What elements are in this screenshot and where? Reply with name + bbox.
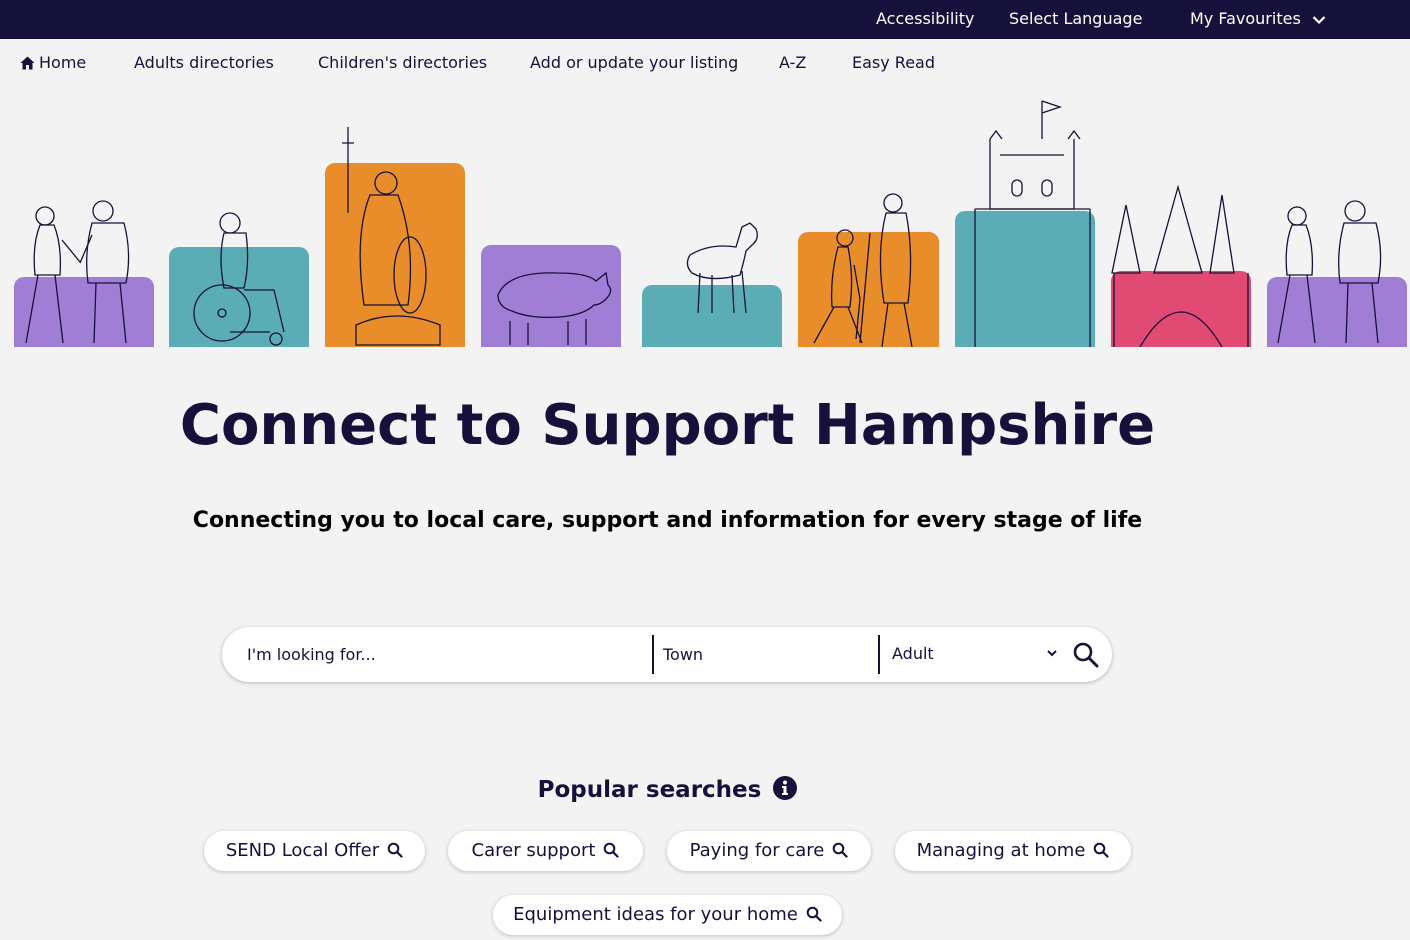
popular-chip-managing-at-home[interactable]: Managing at home: [895, 831, 1131, 871]
chip-label: Paying for care: [689, 840, 825, 861]
home-icon: [20, 56, 35, 70]
nav-add-listing[interactable]: Add or update your listing: [530, 53, 738, 72]
chevron-down-icon: [1047, 650, 1057, 657]
popular-searches-label: Popular searches: [537, 777, 762, 803]
search-icon: [604, 842, 620, 858]
page-title: Connect to Support Hampshire: [179, 393, 1156, 458]
search-icon: [387, 842, 403, 858]
hero-tile-king-alfred-statue: [325, 163, 465, 347]
hero-tile-pig: [481, 245, 621, 347]
search-icon[interactable]: [1072, 641, 1100, 669]
top-utility-bar: Accessibility Select Language My Favouri…: [0, 0, 1410, 39]
search-divider: [652, 635, 654, 674]
page-subtitle: Connecting you to local care, support an…: [192, 508, 1143, 533]
my-favourites-menu[interactable]: My Favourites: [1190, 0, 1326, 39]
search-icon: [833, 842, 848, 858]
hero-tile-castle-tower: [955, 211, 1095, 347]
chip-label: Managing at home: [916, 840, 1086, 861]
hero-tile-couple-holding-hands: [14, 277, 154, 347]
search-icon: [806, 906, 822, 922]
nav-adults-directories[interactable]: Adults directories: [134, 53, 274, 72]
my-favourites-label: My Favourites: [1190, 9, 1301, 28]
info-glyph: [782, 780, 789, 795]
hero-illustration: [0, 95, 1410, 347]
popular-chip-carer-support[interactable]: Carer support: [448, 831, 643, 871]
nav-home-label: Home: [39, 53, 87, 72]
chevron-down-icon: [1312, 15, 1326, 24]
search-bar: Adult: [222, 627, 1112, 682]
nav-a-z[interactable]: A-Z: [779, 53, 806, 72]
chip-label: Carer support: [471, 840, 596, 861]
chip-label: SEND Local Offer: [225, 840, 380, 861]
chip-label: Equipment ideas for your home: [513, 904, 798, 925]
popular-chip-send-local-offer[interactable]: SEND Local Offer: [204, 831, 425, 871]
accessibility-link[interactable]: Accessibility: [876, 0, 974, 39]
popular-chip-equipment-ideas[interactable]: Equipment ideas for your home: [493, 895, 842, 935]
audience-select-value: Adult: [892, 644, 934, 663]
audience-select[interactable]: Adult: [892, 641, 1057, 667]
main-navigation: Home Adults directories Children's direc…: [0, 39, 1410, 89]
search-divider: [878, 635, 880, 674]
nav-home[interactable]: Home: [20, 53, 86, 72]
town-input[interactable]: [663, 641, 873, 667]
popular-chip-paying-for-care[interactable]: Paying for care: [667, 831, 871, 871]
hero-illustration-svg: [14, 100, 1407, 347]
hero-tile-cathedral: [1111, 271, 1251, 347]
search-icon: [1094, 842, 1110, 858]
info-icon[interactable]: [773, 776, 798, 800]
popular-searches-heading: Popular searches: [0, 776, 1335, 803]
select-language-link[interactable]: Select Language: [1009, 0, 1142, 39]
nav-childrens-directories[interactable]: Children's directories: [318, 53, 487, 72]
nav-easy-read[interactable]: Easy Read: [852, 53, 935, 72]
keyword-search-input[interactable]: [247, 641, 647, 667]
